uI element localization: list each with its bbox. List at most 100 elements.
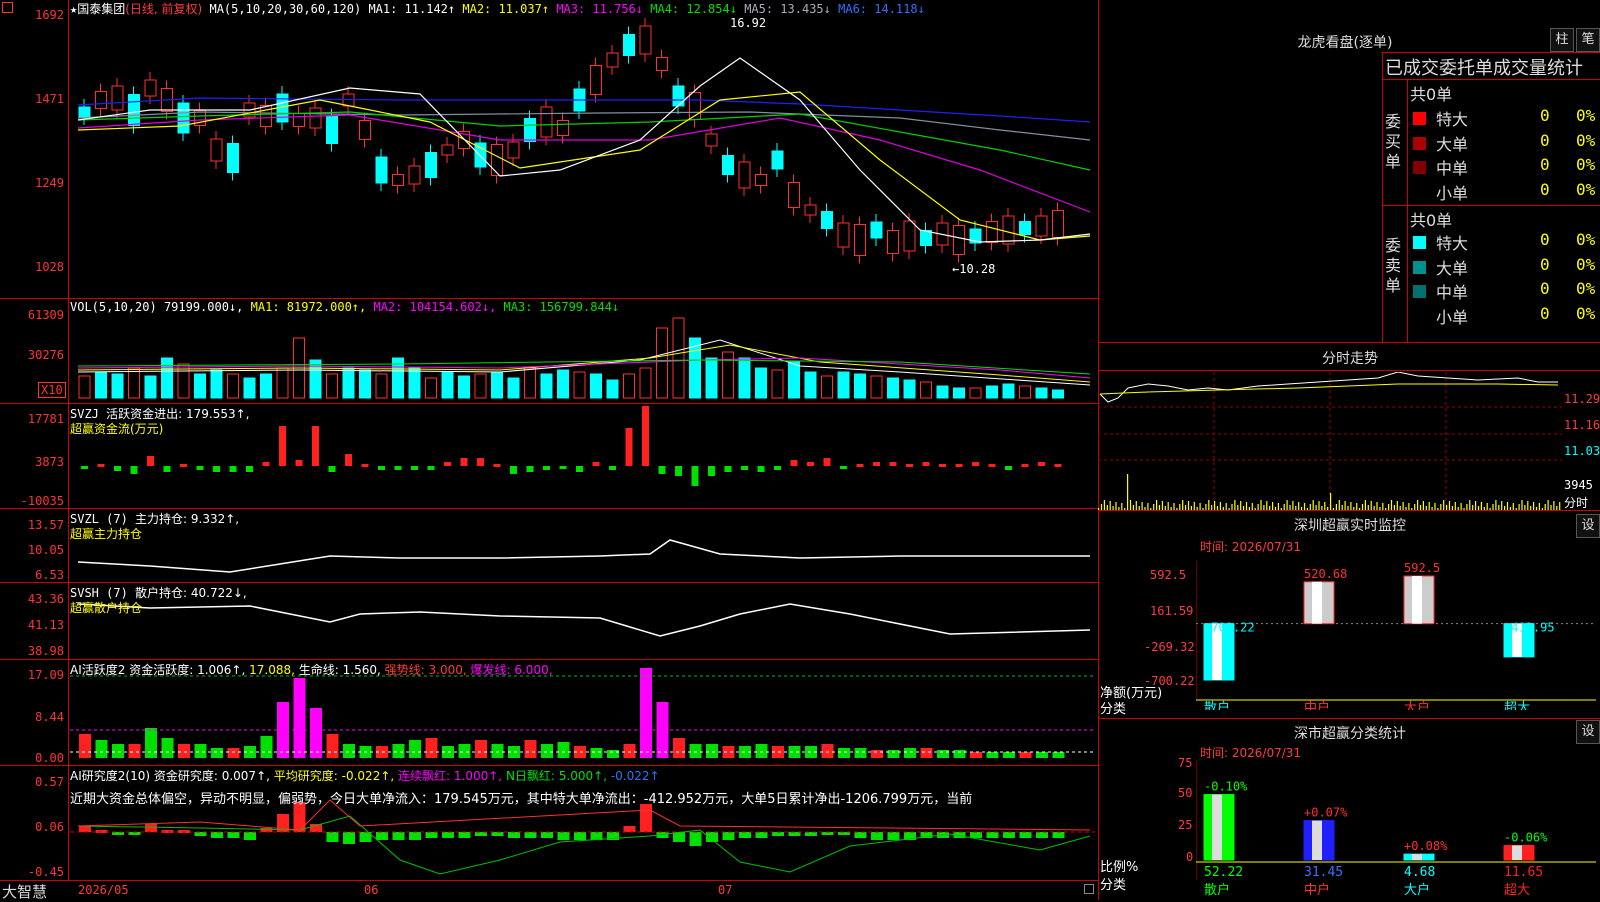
intraday-vol-bar [1350, 502, 1352, 510]
intraday-vol-bar [1480, 502, 1482, 510]
sz-class-title: 深市超赢分类统计 [1294, 726, 1406, 742]
ai-active-bar [838, 748, 850, 758]
class-bar-highlight [1512, 845, 1522, 860]
class-bar-highlight [1212, 794, 1222, 860]
candle-body [425, 152, 437, 178]
volume-bar [837, 371, 850, 399]
intraday-vol-bar [1422, 501, 1424, 510]
sell-row-count: 0 [1540, 254, 1550, 274]
candle-body [293, 113, 305, 127]
vol-ma2: MA2: 104154.602↓, [373, 300, 497, 314]
ai-research-bar [491, 832, 504, 836]
settings-button[interactable]: 设 [1576, 514, 1600, 538]
volume-bar [920, 381, 932, 399]
ai-active-bar [755, 744, 768, 758]
intraday-vol-bar [1521, 500, 1523, 510]
svzl-line [77, 539, 1090, 573]
ai-research-bar [392, 832, 405, 840]
volume-bar [656, 327, 668, 399]
ai-research-bar [739, 832, 751, 838]
trade-stats-title: 已成交委托单成交量统计 [1385, 58, 1583, 79]
intraday-vol-bar [1277, 503, 1279, 510]
svzl-y-label: 13.57 [27, 518, 64, 532]
sz-bar-highlight [1312, 581, 1322, 624]
intraday-vol-bar [1408, 503, 1410, 510]
svzj-bar [394, 466, 402, 470]
intraday-vol-bar [1182, 500, 1184, 510]
svzj-bar [427, 466, 435, 470]
svzj-bar [147, 456, 154, 466]
svzj-bar [361, 464, 369, 467]
buy-side-label: 委买单 [1385, 112, 1402, 171]
ai-active-bar [937, 750, 949, 758]
volume-bar [161, 357, 173, 399]
main-chart-canvas[interactable] [0, 0, 1098, 900]
sz-bar-label: 592.5 [1404, 561, 1440, 575]
vol-unit-badge[interactable]: X10 [38, 382, 66, 398]
class-cat-label: 超大 [1504, 883, 1530, 898]
svzj-bar [328, 466, 336, 472]
buy-color-swatch [1413, 112, 1426, 125]
sell-row-pct: 0% [1576, 230, 1596, 249]
candle-body [491, 144, 503, 176]
intraday-vol-bar [1428, 502, 1430, 510]
class-y-label: 75 [1178, 756, 1193, 770]
ai-active-legend: AI活跃度2 资金活跃度: 1.006↑, 17.088, 生命线: 1.560… [70, 661, 553, 678]
ai-active-bar [1036, 752, 1048, 758]
sz-bar-highlight [1412, 576, 1422, 624]
ai-research-bar [475, 832, 487, 836]
volume-bar [276, 367, 289, 399]
candle-body [524, 118, 536, 142]
intraday-vol-bar [1559, 502, 1561, 510]
ai-research-bar [689, 832, 702, 846]
svzj-bar [559, 466, 567, 469]
intraday-vol-bar [1402, 502, 1404, 510]
buy-row-count: 0 [1540, 179, 1550, 199]
sell-row-count: 0 [1540, 230, 1550, 249]
volume-bar [1052, 389, 1064, 399]
buy-row-count: 0 [1540, 155, 1550, 174]
intraday-vol-bar [1193, 502, 1195, 510]
intraday-vol-bar [1129, 500, 1132, 510]
svzj-bar [807, 462, 814, 466]
divider [1382, 79, 1600, 80]
candle-body [95, 91, 107, 109]
brand-logo[interactable]: 大智慧 [2, 881, 47, 902]
ai-active-bar [227, 748, 240, 758]
svzj-bar [592, 462, 600, 466]
ai-research-bar [1052, 832, 1065, 838]
intraday-vol-bar [1501, 501, 1503, 510]
volume-bar [507, 377, 520, 399]
ai-active-bar [343, 744, 355, 758]
candle-body [392, 174, 404, 186]
candle-body [375, 156, 388, 184]
x-label: 06 [364, 883, 379, 897]
class-axis-label: 分类 [1100, 878, 1127, 893]
volume-bar [887, 377, 899, 399]
sell-total: 共0单 [1410, 211, 1453, 230]
candle-body [227, 143, 239, 173]
intraday-vol-bar [1475, 501, 1477, 510]
class-change-label: +0.07% [1304, 806, 1348, 820]
svzj-bar [790, 460, 798, 466]
intraday-vol-bar [1344, 501, 1346, 510]
intraday-chart[interactable] [1098, 372, 1562, 510]
ai-research-bar [986, 832, 999, 838]
ai-research-bar [887, 832, 900, 840]
settings-button[interactable]: 设 [1576, 720, 1600, 744]
ai-active-bar [673, 738, 685, 758]
intraday-vol-bar [1318, 501, 1320, 510]
ai-research-bar [772, 832, 784, 836]
intraday-vol-bar [1533, 502, 1535, 510]
intraday-vol-bar [1460, 503, 1462, 510]
volume-bar [491, 371, 503, 399]
divider [1098, 510, 1600, 511]
lock-icon[interactable] [1084, 884, 1094, 894]
ai-active-bar [326, 734, 339, 758]
intraday-y-label: 11.16 [1564, 418, 1600, 432]
bar-mode-button[interactable]: 柱 [1550, 28, 1574, 52]
tick-mode-button[interactable]: 笔 [1576, 28, 1600, 52]
ai-research-comment: 近期大资金总体偏空，异动不明显，偏弱势，今日大单净流入：179.545万元，其中… [70, 792, 973, 807]
svzj-bar [526, 466, 534, 472]
ai-research-v3: 连续飘红: 1.000↑, [398, 769, 503, 783]
